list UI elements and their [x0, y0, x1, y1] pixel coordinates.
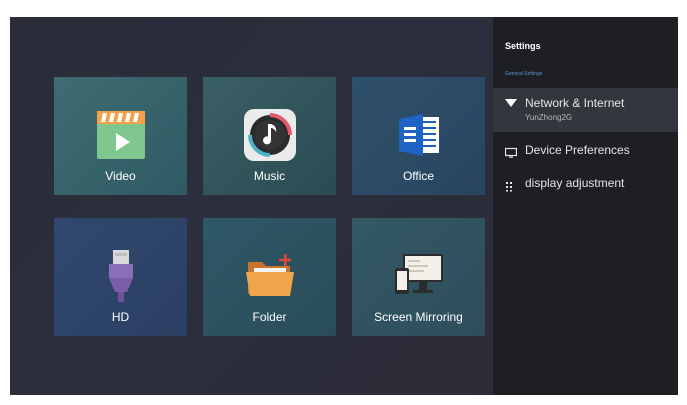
- app-label-folder: Folder: [252, 310, 287, 324]
- video-icon: [91, 105, 151, 170]
- office-document-icon: [389, 105, 449, 170]
- app-label-office: Office: [402, 169, 435, 183]
- monitor-icon: [504, 146, 518, 158]
- screen-mirroring-icon: [389, 246, 449, 311]
- app-label-hd: HD: [111, 310, 130, 324]
- menu-item-sublabel: YunZhong2G: [525, 113, 573, 122]
- app-label-screen-mirroring: Screen Mirroring: [374, 310, 463, 324]
- settings-title: Settings: [505, 41, 541, 51]
- menu-item-label: Device Preferences: [525, 143, 630, 157]
- folder-icon: [240, 246, 300, 311]
- menu-item-device-preferences[interactable]: Device Preferences: [493, 138, 678, 164]
- app-tile-office[interactable]: Office: [352, 77, 485, 195]
- wifi-icon: [505, 96, 517, 108]
- menu-item-label: Network & Internet: [525, 96, 625, 110]
- settings-subtitle: General Settings: [505, 71, 543, 77]
- app-label-video: Video: [105, 169, 136, 183]
- hdmi-plug-icon: [91, 246, 151, 311]
- menu-item-display-adjustment[interactable]: display adjustment: [493, 171, 678, 197]
- app-tile-screen-mirroring[interactable]: Screen Mirroring: [352, 218, 485, 336]
- app-tile-video[interactable]: Video: [54, 77, 187, 195]
- music-note-icon: [240, 105, 300, 170]
- app-tile-folder[interactable]: Folder: [203, 218, 336, 336]
- app-tile-hd[interactable]: HD: [54, 218, 187, 336]
- settings-panel: Settings General Settings Network & Inte…: [493, 17, 678, 395]
- tv-screen: Video Music Office HD Folder Screen Mirr…: [10, 17, 678, 395]
- app-tile-music[interactable]: Music: [203, 77, 336, 195]
- grid-icon: [505, 179, 517, 192]
- app-grid: Video Music Office HD Folder Screen Mirr…: [54, 77, 494, 347]
- app-label-music: Music: [253, 169, 286, 183]
- menu-item-network-internet[interactable]: Network & Internet YunZhong2G: [493, 88, 678, 132]
- menu-item-label: display adjustment: [525, 176, 625, 190]
